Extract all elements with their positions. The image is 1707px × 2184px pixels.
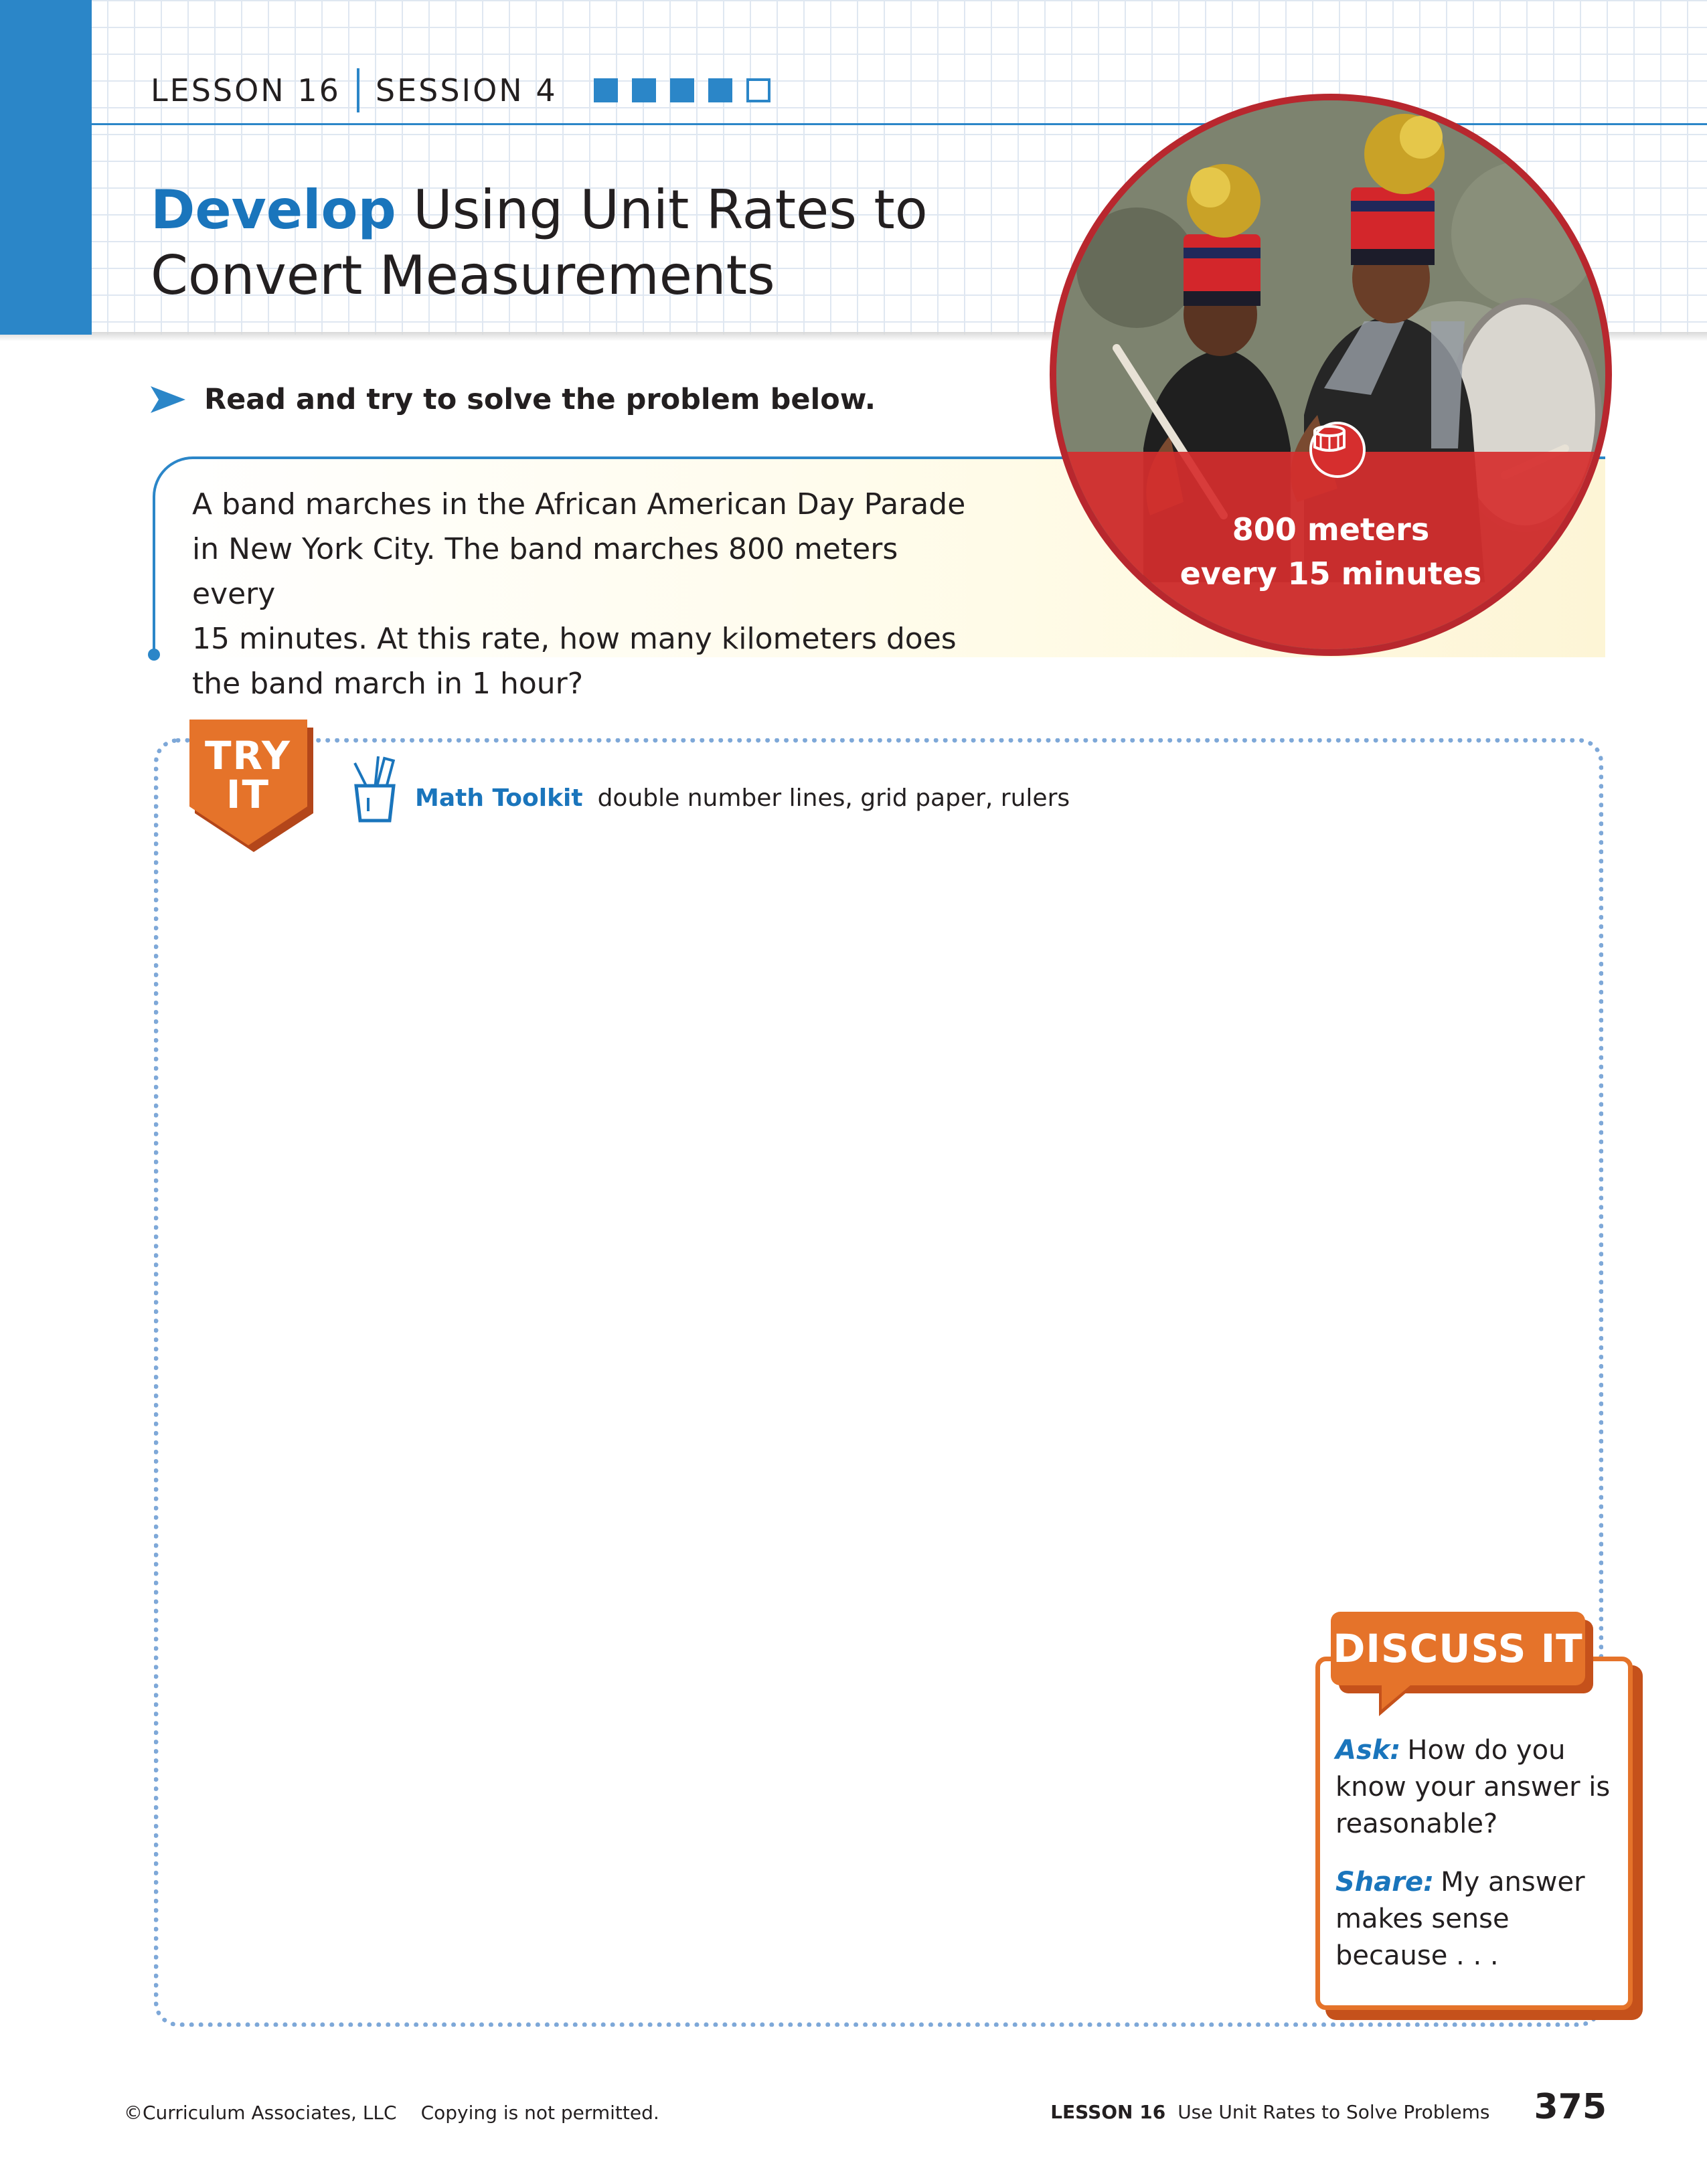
lesson-label: LESSON 16 xyxy=(151,72,341,108)
ask-label: Ask: xyxy=(1335,1735,1401,1766)
title-line1: Using Unit Rates to xyxy=(413,179,928,241)
progress-square-filled xyxy=(593,78,618,102)
parade-photo: 800 meters every 15 minutes xyxy=(1050,94,1612,656)
discuss-it-tab: DISCUSS IT xyxy=(1331,1612,1585,1685)
footer-lesson: LESSON 16 xyxy=(1050,2101,1166,2123)
lesson-session-line: LESSON 16 SESSION 4 xyxy=(151,67,770,114)
problem-line: the band march in 1 hour? xyxy=(192,667,584,701)
instruction-text: Read and try to solve the problem below. xyxy=(204,383,876,416)
page-number: 375 xyxy=(1534,2087,1607,2127)
problem-box-dot xyxy=(148,649,160,661)
instruction: Read and try to solve the problem below. xyxy=(151,383,876,416)
photo-caption-line: every 15 minutes xyxy=(1180,556,1482,592)
arrow-right-icon xyxy=(151,386,185,413)
math-toolkit: Math Toolkit double number lines, grid p… xyxy=(415,784,1070,812)
try-it-label: TRY IT xyxy=(189,736,307,814)
pencil-cup-icon xyxy=(353,756,396,823)
progress-square-filled xyxy=(708,78,732,102)
title-line2: Convert Measurements xyxy=(151,244,775,307)
discuss-ask: Ask: How do you know your answer is reaso… xyxy=(1335,1732,1617,1843)
copy-notice: Copying is not permitted. xyxy=(420,2102,659,2124)
problem-line: in New York City. The band marches 800 m… xyxy=(192,532,898,611)
problem-line: A band marches in the African American D… xyxy=(192,487,966,521)
footer-left: ©Curriculum Associates, LLC Copying is no… xyxy=(124,2102,659,2124)
discuss-pointer xyxy=(1382,1681,1415,1709)
progress-square-filled xyxy=(669,78,694,102)
discuss-body: Ask: How do you know your answer is reaso… xyxy=(1335,1732,1617,1996)
page-title: Develop Using Unit Rates to Convert Meas… xyxy=(151,177,1088,309)
toolkit-label: Math Toolkit xyxy=(415,784,583,812)
lesson-divider xyxy=(356,68,359,112)
photo-caption-line: 800 meters xyxy=(1232,511,1430,548)
drum-icon xyxy=(1309,422,1366,478)
discuss-share: Share: My answer makes sense because . . … xyxy=(1335,1864,1617,1975)
blue-side-tab xyxy=(0,0,92,335)
progress-square-empty xyxy=(746,78,770,102)
session-label: SESSION 4 xyxy=(375,72,558,108)
footer-topic: Use Unit Rates to Solve Problems xyxy=(1177,2101,1490,2123)
try-it-line: IT xyxy=(226,772,270,817)
progress-square-filled xyxy=(631,78,656,102)
problem-line: 15 minutes. At this rate, how many kilom… xyxy=(192,622,957,656)
copyright: ©Curriculum Associates, LLC xyxy=(124,2102,397,2124)
title-keyword: Develop xyxy=(151,179,396,241)
session-progress xyxy=(593,78,770,102)
toolkit-items: double number lines, grid paper, rulers xyxy=(597,784,1070,812)
footer-right: LESSON 16 Use Unit Rates to Solve Proble… xyxy=(1050,2087,1607,2127)
share-label: Share: xyxy=(1335,1867,1435,1898)
problem-text: A band marches in the African American D… xyxy=(192,482,982,706)
photo-caption: 800 meters every 15 minutes xyxy=(1056,507,1605,596)
try-it-line: TRY xyxy=(204,733,292,778)
